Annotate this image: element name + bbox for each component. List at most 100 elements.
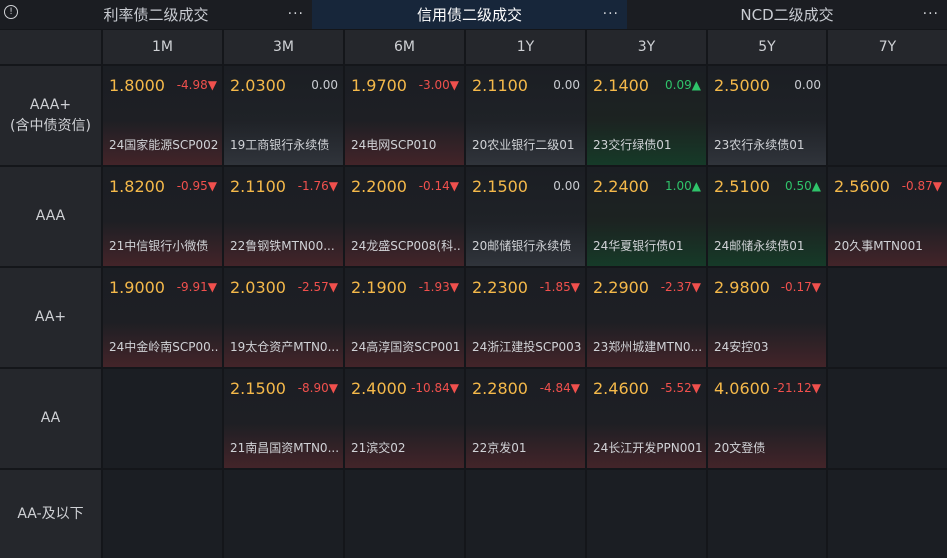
- row-sublabel: (含中债资信): [10, 117, 91, 134]
- bond-cell[interactable]: 4.0600 -21.12▼ 20文登债: [708, 369, 826, 468]
- yield-change: -2.37▼: [660, 280, 701, 294]
- bond-name: 24安控03: [714, 340, 769, 354]
- column-header-1m: 1M: [103, 30, 222, 64]
- column-header-3y: 3Y: [587, 30, 706, 64]
- yield-change: -1.93▼: [418, 280, 459, 294]
- bond-name: 21中信银行小微债: [109, 239, 209, 253]
- row-header-aa-minus-below: AA-及以下: [0, 470, 101, 558]
- bond-cell[interactable]: 2.5100 0.50▲ 24邮储永续债01: [708, 167, 826, 266]
- yield-change: -4.98▼: [176, 78, 217, 92]
- bond-name: 20农业银行二级01: [472, 138, 575, 152]
- bond-name: 19太仓资产MTN0...: [230, 340, 340, 354]
- bond-name: 24中金岭南SCP00...: [109, 340, 219, 354]
- more-icon[interactable]: ···: [603, 6, 619, 22]
- yield-value: 2.2800: [472, 379, 528, 398]
- row-header-aa: AA: [0, 369, 101, 468]
- bond-cell[interactable]: 2.2400 1.00▲ 24华夏银行债01: [587, 167, 706, 266]
- bond-name: 21滨交02: [351, 441, 406, 455]
- yield-change: -0.14▼: [418, 179, 459, 193]
- empty-cell: [103, 369, 222, 468]
- bond-cell[interactable]: 2.2800 -4.84▼ 22京发01: [466, 369, 585, 468]
- bond-name: 19工商银行永续债: [230, 138, 330, 152]
- yield-change: 1.00▲: [665, 179, 701, 193]
- tab-label: 信用债二级成交: [416, 6, 522, 24]
- empty-cell: [466, 470, 585, 558]
- corner-header: [0, 30, 101, 64]
- yield-value: 2.5600: [834, 177, 890, 196]
- bond-cell[interactable]: 2.1500 0.00 20邮储银行永续债: [466, 167, 585, 266]
- empty-cell: [345, 470, 464, 558]
- more-icon[interactable]: ···: [288, 6, 304, 22]
- row-header-aaa-plus: AAA+ (含中债资信): [0, 66, 101, 165]
- bond-cell[interactable]: 2.1100 -1.76▼ 22鲁钢铁MTN00...: [224, 167, 343, 266]
- yield-value: 2.9800: [714, 278, 770, 297]
- bond-cell[interactable]: 2.5000 0.00 23农行永续债01: [708, 66, 826, 165]
- bond-name: 24邮储永续债01: [714, 239, 805, 253]
- yield-change: -10.84▼: [411, 381, 459, 395]
- bond-name: 20邮储银行永续债: [472, 239, 572, 253]
- bond-cell[interactable]: 1.9000 -9.91▼ 24中金岭南SCP00...: [103, 268, 222, 367]
- empty-cell: [103, 470, 222, 558]
- column-header-3m: 3M: [224, 30, 343, 64]
- bond-name: 21南昌国资MTN0...: [230, 441, 340, 455]
- more-icon[interactable]: ···: [923, 6, 939, 22]
- bond-cell[interactable]: 2.4000 -10.84▼ 21滨交02: [345, 369, 464, 468]
- yield-value: 2.2900: [593, 278, 649, 297]
- yield-change: -9.91▼: [176, 280, 217, 294]
- bond-cell[interactable]: 2.9800 -0.17▼ 24安控03: [708, 268, 826, 367]
- yield-value: 2.2400: [593, 177, 649, 196]
- yield-value: 2.1100: [230, 177, 286, 196]
- yield-change: 0.00: [794, 78, 821, 92]
- row-header-aaa: AAA: [0, 167, 101, 266]
- column-header-5y: 5Y: [708, 30, 826, 64]
- tab-label: NCD二级成交: [740, 6, 834, 24]
- bond-cell[interactable]: 1.8200 -0.95▼ 21中信银行小微债: [103, 167, 222, 266]
- yield-change: -1.76▼: [297, 179, 338, 193]
- bond-cell[interactable]: 2.5600 -0.87▼ 20久事MTN001: [828, 167, 947, 266]
- yield-value: 1.8000: [109, 76, 165, 95]
- tab-ncd-secondary[interactable]: NCD二级成交 ···: [627, 0, 947, 29]
- yield-change: -8.90▼: [297, 381, 338, 395]
- yield-change: 0.00: [553, 78, 580, 92]
- bond-cell[interactable]: 2.1100 0.00 20农业银行二级01: [466, 66, 585, 165]
- bond-cell[interactable]: 2.2900 -2.37▼ 23郑州城建MTN0...: [587, 268, 706, 367]
- bond-cell[interactable]: 1.9700 -3.00▼ 24电网SCP010: [345, 66, 464, 165]
- bond-cell[interactable]: 1.8000 -4.98▼ 24国家能源SCP002: [103, 66, 222, 165]
- empty-cell: [828, 66, 947, 165]
- bond-name: 24高淳国资SCP001: [351, 340, 461, 354]
- yield-value: 2.0300: [230, 278, 286, 297]
- bond-cell[interactable]: 2.0300 0.00 19工商银行永续债: [224, 66, 343, 165]
- tab-label: 利率债二级成交: [103, 6, 209, 24]
- bond-cell[interactable]: 2.1900 -1.93▼ 24高淳国资SCP001: [345, 268, 464, 367]
- yield-change: 0.00: [311, 78, 338, 92]
- bond-name: 24长江开发PPN001: [593, 441, 703, 455]
- empty-cell: [224, 470, 343, 558]
- bond-cell[interactable]: 2.2300 -1.85▼ 24浙江建投SCP003: [466, 268, 585, 367]
- yield-change: -4.84▼: [539, 381, 580, 395]
- bond-name: 24华夏银行债01: [593, 239, 684, 253]
- yield-change: 0.50▲: [785, 179, 821, 193]
- yield-value: 1.8200: [109, 177, 165, 196]
- yield-change: 0.00: [553, 179, 580, 193]
- yield-value: 4.0600: [714, 379, 770, 398]
- bond-name: 22京发01: [472, 441, 527, 455]
- yield-value: 2.0300: [230, 76, 286, 95]
- empty-cell: [828, 369, 947, 468]
- yield-change: -0.87▼: [901, 179, 942, 193]
- yield-value: 1.9000: [109, 278, 165, 297]
- yield-value: 1.9700: [351, 76, 407, 95]
- yield-change: -5.52▼: [660, 381, 701, 395]
- tab-rates-secondary[interactable]: 利率债二级成交 ···: [0, 0, 312, 29]
- bond-cell[interactable]: 2.1400 0.09▲ 23交行绿债01: [587, 66, 706, 165]
- yield-value: 2.4600: [593, 379, 649, 398]
- bond-cell[interactable]: 2.0300 -2.57▼ 19太仓资产MTN0...: [224, 268, 343, 367]
- yield-value: 2.1400: [593, 76, 649, 95]
- yield-change: -3.00▼: [418, 78, 459, 92]
- tab-credit-secondary[interactable]: 信用债二级成交 ···: [312, 0, 627, 29]
- bond-cell[interactable]: 2.4600 -5.52▼ 24长江开发PPN001: [587, 369, 706, 468]
- bond-cell[interactable]: 2.1500 -8.90▼ 21南昌国资MTN0...: [224, 369, 343, 468]
- bond-cell[interactable]: 2.2000 -0.14▼ 24龙盛SCP008(科...: [345, 167, 464, 266]
- yield-value: 2.1100: [472, 76, 528, 95]
- bond-name: 20久事MTN001: [834, 239, 923, 253]
- yield-change: -21.12▼: [773, 381, 821, 395]
